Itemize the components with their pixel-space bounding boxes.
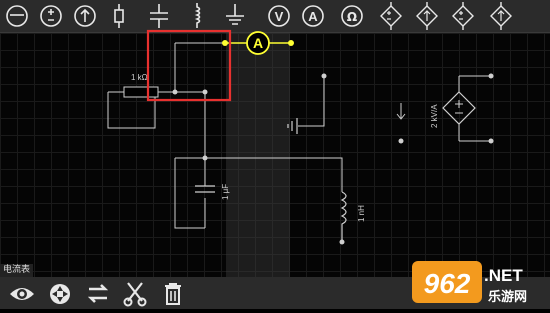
ground-icon <box>226 4 244 25</box>
dc-source-icon <box>74 5 96 27</box>
dependent-source-1[interactable] <box>374 0 408 32</box>
rotate-icon <box>50 284 70 304</box>
view-button[interactable] <box>4 277 40 309</box>
ammeter-icon: A <box>302 5 324 27</box>
ohmmeter-glyph: Ω <box>347 10 357 24</box>
flip-icon <box>87 284 109 303</box>
ohmmeter-tool[interactable]: Ω <box>335 0 369 32</box>
dependent-source-icon <box>416 2 438 30</box>
inductor-tool[interactable] <box>180 0 214 32</box>
trash-icon <box>165 283 181 305</box>
ground-tool[interactable] <box>0 0 34 32</box>
voltmeter-tool[interactable]: V <box>262 0 296 32</box>
dependent-source-2[interactable] <box>410 0 444 32</box>
site-watermark: 962 .NET 乐游网 <box>408 257 550 309</box>
ac-source-icon <box>40 5 62 27</box>
current-tool-label: 电流表 <box>0 264 34 277</box>
dc-source-tool[interactable] <box>68 0 102 32</box>
watermark-logo: 962 .NET 乐游网 <box>412 261 527 305</box>
dependent-source-3[interactable] <box>446 0 480 32</box>
watermark-tagline: 乐游网 <box>488 289 527 305</box>
logo-suffix: .NET <box>484 266 523 285</box>
component-toolbar: V A Ω <box>0 0 550 33</box>
rotate-button[interactable] <box>42 277 78 309</box>
resistor-tool[interactable] <box>102 0 136 32</box>
capacitor-tool[interactable] <box>142 0 176 32</box>
inductor-icon <box>194 3 201 28</box>
flip-button[interactable] <box>80 277 116 309</box>
capacitor-icon <box>150 4 168 28</box>
selection-column <box>226 33 290 277</box>
dependent-source-icon <box>490 2 512 30</box>
logo-number: 962 <box>424 268 471 299</box>
voltmeter-glyph: V <box>275 9 284 24</box>
ohmmeter-icon: Ω <box>341 5 363 27</box>
voltmeter-icon: V <box>268 5 290 27</box>
delete-button[interactable] <box>155 277 191 309</box>
ammeter-glyph: A <box>308 9 318 24</box>
scissors-icon <box>123 282 147 307</box>
dependent-source-icon <box>380 2 402 30</box>
resistor-icon <box>114 4 124 28</box>
ac-source-tool[interactable] <box>34 0 68 32</box>
eye-icon <box>10 288 34 300</box>
dependent-source-icon <box>452 2 474 30</box>
ammeter-tool[interactable]: A <box>296 0 330 32</box>
ground2-tool[interactable] <box>218 0 252 32</box>
ground-icon <box>6 5 28 27</box>
dependent-source-4[interactable] <box>484 0 518 32</box>
cut-button[interactable] <box>117 277 153 309</box>
